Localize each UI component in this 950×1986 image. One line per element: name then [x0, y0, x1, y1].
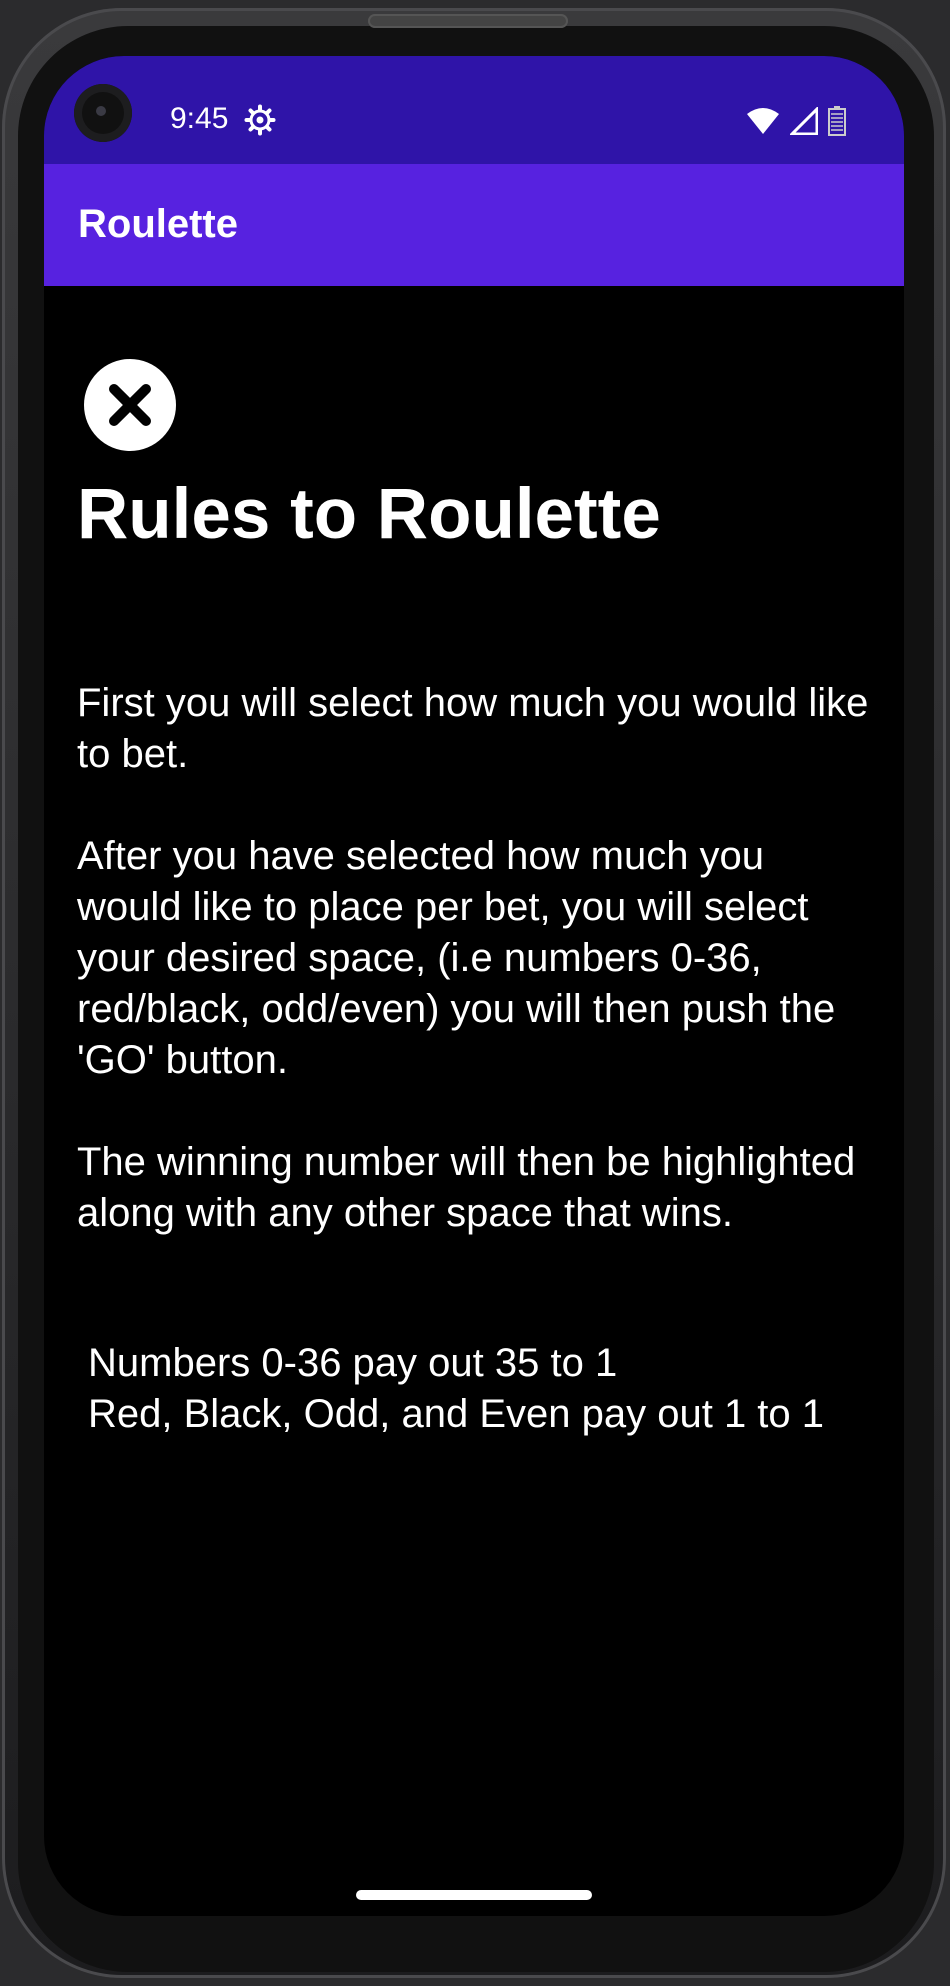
home-indicator[interactable] — [356, 1890, 592, 1900]
payout-list: Numbers 0-36 pay out 35 to 1 Red, Black,… — [88, 1338, 824, 1440]
rules-paragraph: First you will select how much you would… — [77, 681, 869, 776]
status-indicators — [746, 106, 846, 136]
rules-paragraph: The winning number will then be highligh… — [77, 1140, 856, 1235]
app-bar: Roulette — [44, 164, 904, 286]
rules-body: First you will select how much you would… — [77, 678, 877, 1290]
cellular-signal-icon — [790, 107, 818, 135]
app-title: Roulette — [78, 202, 238, 246]
earpiece-speaker — [368, 14, 568, 28]
status-bar: 9:45 — [44, 56, 904, 164]
payout-line-numbers: Numbers 0-36 pay out 35 to 1 — [88, 1341, 618, 1385]
screen: 9:45 Roulette Rules to Roulette First yo… — [44, 56, 904, 1916]
battery-icon — [828, 106, 846, 136]
status-time: 9:45 — [170, 102, 229, 135]
wifi-icon — [747, 108, 779, 134]
front-camera-icon — [74, 84, 132, 142]
close-icon — [109, 384, 151, 426]
page-title: Rules to Roulette — [77, 475, 661, 554]
close-button[interactable] — [84, 359, 176, 451]
device-frame: 9:45 Roulette Rules to Roulette First yo… — [0, 0, 950, 1986]
payout-line-colors: Red, Black, Odd, and Even pay out 1 to 1 — [88, 1392, 825, 1436]
rules-paragraph: After you have selected how much you wou… — [77, 834, 836, 1082]
settings-gear-icon — [244, 104, 276, 136]
